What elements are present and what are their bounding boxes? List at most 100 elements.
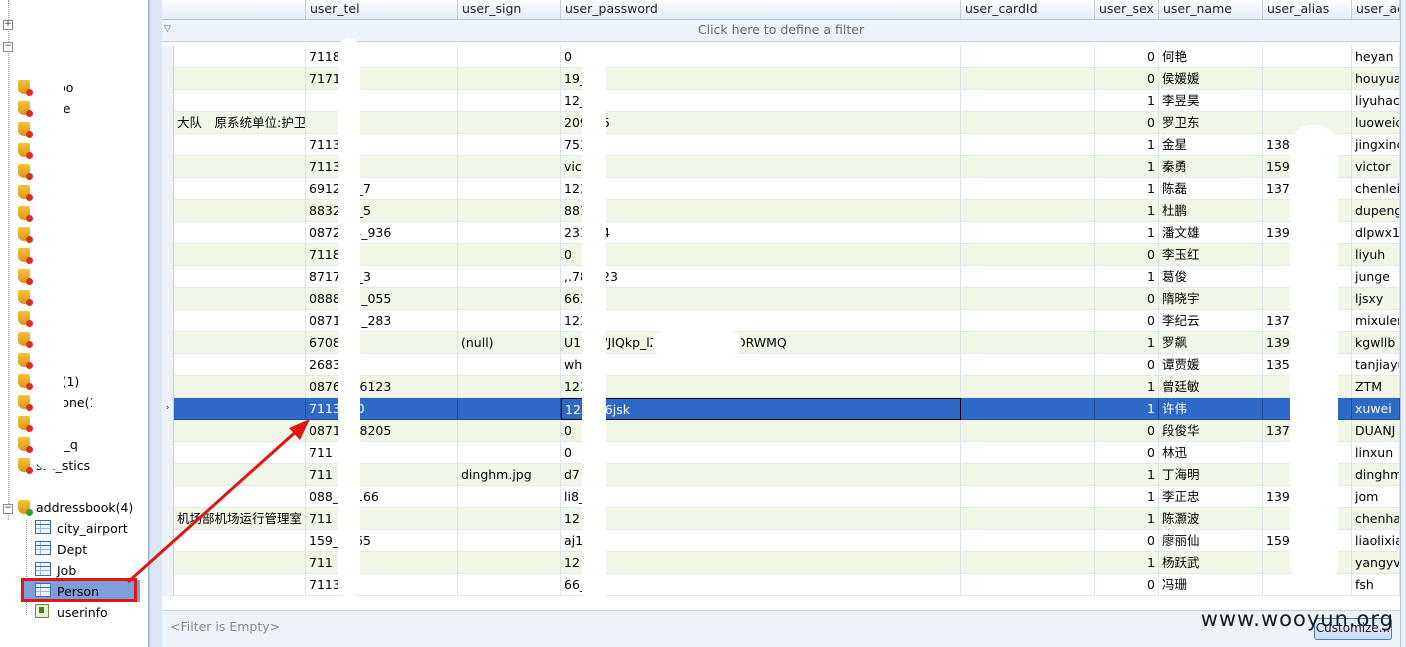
cell-name[interactable]: 丁海明 [1159,464,1263,486]
cell-pwd[interactable]: 12 [561,508,961,530]
row-indicator[interactable] [162,530,174,552]
cell-tel[interactable]: 711344 [306,134,458,156]
cell-card[interactable] [961,134,1095,156]
cell-tel[interactable]: 7113440 [306,398,458,420]
tree-node-table-city-airport[interactable]: city_airport [35,519,128,539]
cell-tel[interactable]: 711 [306,442,458,464]
cell-card[interactable] [961,178,1095,200]
cell-tel[interactable]: 71710 [306,68,458,90]
cell-sex[interactable]: 0 [1095,112,1159,134]
cell-sex[interactable]: 1 [1095,178,1159,200]
cell-pre[interactable] [174,266,306,288]
cell-pre[interactable] [174,222,306,244]
cell-sign[interactable] [458,354,561,376]
column-header-user-name[interactable]: user_name [1159,0,1263,19]
cell-pwd[interactable]: 123456jsk [561,398,961,420]
cell-pre[interactable] [174,442,306,464]
cell-pre[interactable] [174,134,306,156]
cell-sign[interactable] [458,178,561,200]
cell-alias[interactable] [1263,46,1352,68]
cell-tel[interactable] [306,90,458,112]
cell-sign[interactable] [458,376,561,398]
row-indicator[interactable] [162,354,174,376]
cell-name[interactable]: 许伟 [1159,398,1263,420]
cell-card[interactable] [961,552,1095,574]
cell-sex[interactable]: 0 [1095,68,1159,90]
cell-name[interactable]: 段俊华 [1159,420,1263,442]
cell-pre[interactable] [174,68,306,90]
cell-tel[interactable] [306,112,458,134]
cell-sex[interactable]: 0 [1095,310,1159,332]
column-header-user-sign[interactable]: user_sign [458,0,561,19]
cell-pre[interactable] [174,332,306,354]
cell-tel[interactable]: 0876-0_6123 [306,376,458,398]
cell-pre[interactable] [174,574,306,596]
cell-pre[interactable] [174,310,306,332]
cell-tel[interactable]: 0871-7_8205 [306,420,458,442]
cell-tel[interactable]: 670854 [306,332,458,354]
row-indicator[interactable] [162,486,174,508]
cell-pwd[interactable]: 66_56 [561,574,961,596]
cell-card[interactable] [961,244,1095,266]
cell-name[interactable]: 李正忠 [1159,486,1263,508]
cell-pre[interactable] [174,486,306,508]
column-header-user-sex[interactable]: user_sex [1095,0,1159,19]
cell-pre[interactable] [174,156,306,178]
cell-name[interactable]: 林迅 [1159,442,1263,464]
cell-card[interactable] [961,310,1095,332]
cell-sex[interactable]: 1 [1095,376,1159,398]
cell-card[interactable] [961,354,1095,376]
row-indicator[interactable] [162,134,174,156]
cell-sign[interactable] [458,200,561,222]
cell-card[interactable] [961,332,1095,354]
cell-sign[interactable] [458,134,561,156]
row-indicator[interactable] [162,112,174,134]
row-indicator[interactable] [162,552,174,574]
collapse-icon[interactable]: − [3,504,13,514]
cell-tel[interactable]: 7113 [306,574,458,596]
row-indicator[interactable] [162,464,174,486]
tree-node-table-dept[interactable]: Dept [35,540,87,560]
row-indicator[interactable] [162,376,174,398]
cell-pwd[interactable]: d7 [561,464,961,486]
cell-sign[interactable] [458,486,561,508]
cell-acc[interactable]: junge [1352,266,1400,288]
cell-pwd[interactable]: ,.78_123 [561,266,961,288]
cell-pre[interactable] [174,178,306,200]
cell-sex[interactable]: 1 [1095,464,1159,486]
cell-pwd[interactable]: 209_35 [561,112,961,134]
cell-acc[interactable]: kgwllb [1352,332,1400,354]
cell-card[interactable] [961,156,1095,178]
row-indicator[interactable] [162,156,174,178]
cell-pre[interactable] [174,200,306,222]
cell-name[interactable]: 陈灏波 [1159,508,1263,530]
cell-sign[interactable]: (null) [458,332,561,354]
cell-tel[interactable]: 871711_3 [306,266,458,288]
column-header-user-password[interactable]: user_password [561,0,961,19]
cell-name[interactable]: 曾廷敏 [1159,376,1263,398]
row-indicator[interactable] [162,68,174,90]
cell-pre[interactable]: 机场部机场运行管理室 [174,508,306,530]
cell-acc[interactable]: jingxinc [1352,134,1400,156]
cell-name[interactable]: 罗飙 [1159,332,1263,354]
cell-sex[interactable]: 1 [1095,508,1159,530]
cell-name[interactable]: 潘文雄 [1159,222,1263,244]
column-header-user-tel[interactable]: user_tel [306,0,458,19]
cell-tel[interactable]: 711 [306,464,458,486]
cell-card[interactable] [961,376,1095,398]
cell-pre[interactable] [174,420,306,442]
cell-sign[interactable] [458,442,561,464]
cell-tel[interactable]: 0871-71_283 [306,310,458,332]
cell-sign[interactable] [458,156,561,178]
row-indicator[interactable] [162,178,174,200]
cell-name[interactable]: 李玉红 [1159,244,1263,266]
row-indicator[interactable] [162,266,174,288]
cell-sex[interactable]: 1 [1095,90,1159,112]
cell-sex[interactable]: 1 [1095,156,1159,178]
cell-acc[interactable]: liyuh [1352,244,1400,266]
cell-tel[interactable]: 711 [306,508,458,530]
object-tree-panel[interactable]: + − − op_poop_techaia_arsan53Uosdn_dl3W_… [0,0,149,647]
cell-acc[interactable]: houyua [1352,68,1400,90]
cell-pre[interactable] [174,46,306,68]
cell-pre[interactable] [174,244,306,266]
